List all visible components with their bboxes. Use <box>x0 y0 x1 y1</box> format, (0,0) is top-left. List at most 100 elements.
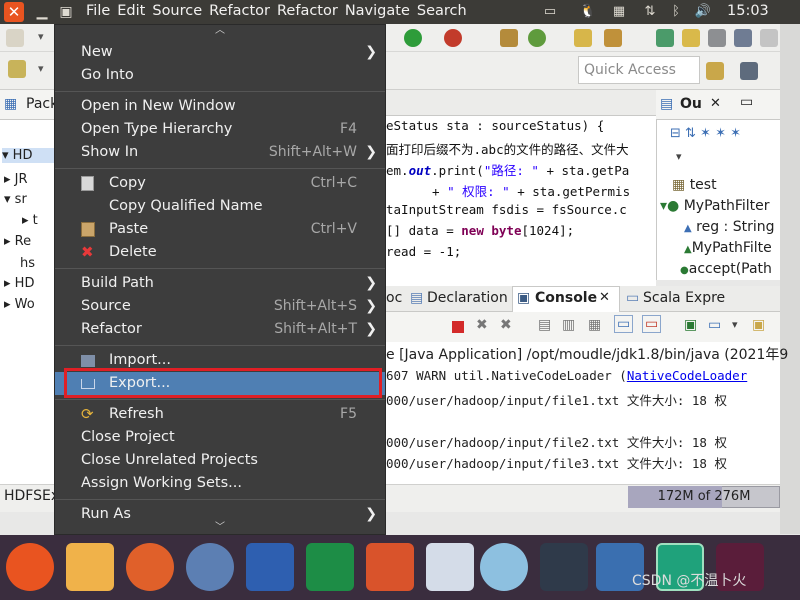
tab-console[interactable]: ▣ Console ✕ <box>512 286 620 312</box>
tree-row[interactable]: ▸ Re <box>4 234 31 249</box>
menu-navigate[interactable]: Navigate <box>345 3 417 19</box>
chevron-down-icon[interactable]: ▾ <box>732 318 738 331</box>
external-tools-icon[interactable] <box>500 29 518 47</box>
clear-console-icon[interactable]: ▤ <box>538 317 551 333</box>
menu-refactor[interactable]: Refactor <box>209 3 277 19</box>
tree-row[interactable]: hs <box>20 256 35 271</box>
ubuntu-icon[interactable] <box>6 543 54 591</box>
tab-javadoc[interactable]: oc <box>386 290 402 306</box>
menu-item-assign-working-sets[interactable]: Assign Working Sets... <box>55 472 385 495</box>
annotation-icon[interactable] <box>708 29 726 47</box>
open-console-icon[interactable]: ▣ <box>752 317 765 333</box>
network-icon[interactable]: ⇅ <box>640 2 660 22</box>
debug-icon[interactable] <box>444 29 462 47</box>
java-perspective-icon[interactable] <box>740 62 758 80</box>
tree-row[interactable]: ▸ t <box>22 213 38 228</box>
scroll-lock-icon[interactable]: ▥ <box>562 317 575 333</box>
outline-item[interactable]: ▦ test <box>672 177 717 193</box>
vscode-icon[interactable] <box>540 543 588 591</box>
menu-item-copy[interactable]: Copy Ctrl+C <box>55 172 385 195</box>
menu-item-close-unrelated-projects[interactable]: Close Unrelated Projects <box>55 449 385 472</box>
store-icon[interactable] <box>426 543 474 591</box>
tree-row[interactable]: ▸ HD <box>4 276 34 291</box>
toggle-icon[interactable] <box>760 29 778 47</box>
menu-item-refactor[interactable]: Refactor Shift+Alt+T ❯ <box>55 318 385 341</box>
scroll-down-icon[interactable]: ﹀ <box>55 522 385 534</box>
console-output[interactable]: e [Java Application] /opt/moudle/jdk1.8/… <box>386 342 788 484</box>
menu-source[interactable]: Source <box>152 3 209 19</box>
menu-item-close-project[interactable]: Close Project <box>55 426 385 449</box>
chevron-down-icon[interactable]: ▾ <box>38 30 44 43</box>
tab-scala-expressions[interactable]: Scala Expre <box>643 290 725 306</box>
menu-item-build-path[interactable]: Build Path ❯ <box>55 272 385 295</box>
package-explorer-tab[interactable]: ▦ Pack <box>0 90 58 120</box>
display-console-icon[interactable]: ▭ <box>708 317 721 333</box>
show-on-output-icon[interactable]: ▭ <box>614 315 634 333</box>
tree-row[interactable]: ▸ Wo <box>4 297 35 312</box>
show-on-error-icon[interactable]: ▭ <box>642 315 662 333</box>
close-icon[interactable]: ✕ <box>599 290 610 305</box>
calendar-icon[interactable]: ▦ <box>609 2 629 22</box>
nav-icon[interactable] <box>8 60 26 78</box>
menu-file[interactable]: File <box>86 3 117 19</box>
run-icon[interactable] <box>404 29 422 47</box>
word-icon[interactable] <box>246 543 294 591</box>
powerpoint-icon[interactable] <box>366 543 414 591</box>
menu-item-go-into[interactable]: Go Into <box>55 64 385 87</box>
pin-console-icon[interactable]: ▣ <box>684 317 697 333</box>
menu-item-source[interactable]: Source Shift+Alt+S ❯ <box>55 295 385 318</box>
chevron-down-icon-2[interactable]: ▾ <box>38 62 44 75</box>
terminate-icon[interactable] <box>452 321 464 333</box>
view-menu-icon[interactable]: ▾ <box>676 150 682 163</box>
word-wrap-icon[interactable]: ▦ <box>588 317 601 333</box>
remove-launch-icon[interactable]: ✖ <box>476 317 488 333</box>
outline-item[interactable]: ▲MyPathFilte <box>684 240 772 256</box>
outline-tab[interactable]: ▤ Ou ✕ ▭ <box>656 90 780 120</box>
quick-access-input[interactable]: Quick Access <box>578 56 700 84</box>
display-icon[interactable]: ▭ <box>540 2 560 22</box>
menu-item-copy-qualified-name[interactable]: Copy Qualified Name <box>55 195 385 218</box>
menu-item-new[interactable]: New ❯ <box>55 41 385 64</box>
tree-row[interactable]: ▸ JR <box>4 172 28 187</box>
clock[interactable]: 15:03 <box>727 3 769 19</box>
code-editor[interactable]: eStatus sta : sourceStatus) { 面打印后缀不为.ab… <box>386 116 656 286</box>
pin-icon[interactable] <box>734 29 752 47</box>
qq-icon[interactable] <box>480 543 528 591</box>
menu-item-delete[interactable]: ✖ Delete <box>55 241 385 264</box>
volume-icon[interactable]: 🔊 <box>690 2 716 22</box>
menu-edit[interactable]: Edit <box>117 3 152 19</box>
linux-tux-icon[interactable]: 🐧 <box>578 2 598 22</box>
remove-all-icon[interactable]: ✖ <box>500 317 512 333</box>
menu-refactor-2[interactable]: Refactor <box>277 3 345 19</box>
console-link[interactable]: NativeCodeLoader <box>627 368 747 383</box>
tree-row[interactable]: ▾ HD <box>2 148 56 163</box>
search-icon[interactable] <box>656 29 674 47</box>
excel-icon[interactable] <box>306 543 354 591</box>
menu-item-refresh[interactable]: ⟳ Refresh F5 <box>55 403 385 426</box>
chrome-icon[interactable] <box>186 543 234 591</box>
close-icon[interactable]: ✕ <box>710 96 721 111</box>
menu-item-open-type-hierarchy[interactable]: Open Type Hierarchy F4 <box>55 118 385 141</box>
scroll-up-icon[interactable]: ︿ <box>55 25 385 37</box>
minimize-icon[interactable]: ▭ <box>740 94 753 110</box>
menu-item-show-in[interactable]: Show In Shift+Alt+W ❯ <box>55 141 385 164</box>
wand-icon[interactable] <box>574 29 592 47</box>
tab-declaration[interactable]: Declaration <box>427 290 508 306</box>
outline-item[interactable]: ▾● MyPathFilter <box>660 198 770 214</box>
tree-row[interactable]: ▾ sr <box>4 192 27 207</box>
new-icon[interactable] <box>6 29 24 47</box>
bluetooth-icon[interactable]: ᛒ <box>668 2 684 22</box>
close-window-icon[interactable]: ✕ <box>4 2 24 22</box>
menu-item-open-new-window[interactable]: Open in New Window <box>55 95 385 118</box>
pencil-icon[interactable] <box>682 29 700 47</box>
outline-item[interactable]: ▲ reg : String <box>684 219 775 235</box>
open-type-icon[interactable] <box>604 29 622 47</box>
menu-item-paste[interactable]: Paste Ctrl+V <box>55 218 385 241</box>
open-perspective-icon[interactable] <box>706 62 724 80</box>
firefox-icon[interactable] <box>126 543 174 591</box>
minimize-window-icon[interactable]: ▁ <box>32 2 52 22</box>
coverage-icon[interactable] <box>528 29 546 47</box>
maximize-window-icon[interactable]: ▣ <box>56 2 76 22</box>
files-icon[interactable] <box>66 543 114 591</box>
menu-search[interactable]: Search <box>417 3 474 19</box>
